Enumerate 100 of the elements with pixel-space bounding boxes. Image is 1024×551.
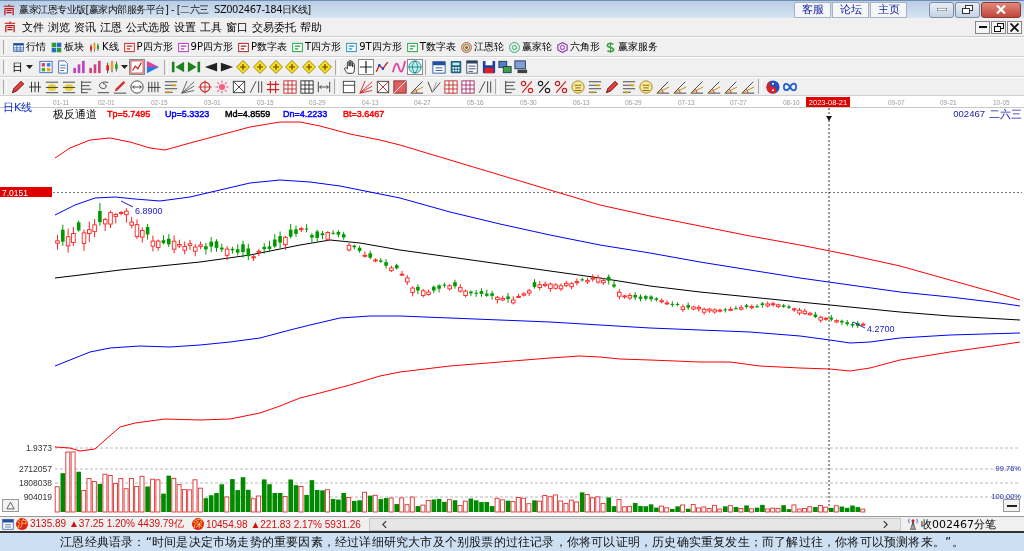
menu-item[interactable]: 资讯 — [72, 19, 98, 35]
angle-icon[interactable] — [409, 79, 424, 94]
minimize-button[interactable] — [975, 20, 990, 34]
candlestick-icon[interactable] — [104, 60, 119, 74]
ellipse-lines-icon[interactable] — [44, 79, 59, 94]
diamond-icon[interactable] — [285, 60, 300, 74]
period-dropdown[interactable]: 日 — [9, 59, 36, 75]
grid-icon[interactable] — [460, 79, 475, 94]
angle-icon[interactable] — [672, 79, 687, 94]
caret-icon[interactable] — [120, 65, 128, 69]
diamond-icon[interactable] — [301, 60, 316, 74]
grid-icon[interactable] — [443, 79, 458, 94]
calculator-icon[interactable] — [448, 60, 463, 74]
circle-arrows-icon[interactable] — [129, 79, 144, 94]
ellipse-lines-icon[interactable] — [61, 79, 76, 94]
toolbar-button[interactable]: T数字表 — [405, 38, 457, 56]
wave-icon[interactable] — [391, 60, 406, 74]
flag-icon[interactable] — [146, 60, 161, 74]
pen-icon[interactable] — [10, 79, 25, 94]
save-icon[interactable] — [481, 60, 496, 74]
angle-icon[interactable] — [723, 79, 738, 94]
link-button[interactable]: 主页 — [870, 1, 907, 18]
span-arrows-icon[interactable] — [316, 79, 331, 94]
panel-toggle-button[interactable] — [2, 499, 19, 512]
ladder-icon[interactable] — [502, 79, 517, 94]
link-button[interactable]: 论坛 — [832, 1, 869, 18]
toolbar-button[interactable]: P数字表 — [237, 38, 289, 56]
skip-end-icon[interactable] — [187, 60, 202, 74]
grid-icon[interactable] — [282, 79, 297, 94]
menu-item[interactable]: 帮助 — [298, 19, 324, 35]
diamond-icon[interactable] — [252, 60, 267, 74]
right-arrow-icon[interactable] — [219, 60, 234, 74]
menu-item[interactable]: 文件 — [20, 19, 46, 35]
square-icon[interactable] — [341, 79, 356, 94]
toolbar-button[interactable]: 9P四方形 — [176, 38, 234, 56]
grid-icon[interactable] — [299, 79, 314, 94]
menu-item[interactable]: 江恩 — [98, 19, 124, 35]
menu-item[interactable]: 交易委托 — [250, 19, 298, 35]
document-icon[interactable] — [55, 60, 70, 74]
toolbar-button[interactable]: 行情 — [12, 38, 47, 56]
hash-icon[interactable] — [265, 79, 280, 94]
toolbar-button[interactable]: 六角形 — [555, 38, 601, 56]
network-icon[interactable] — [497, 60, 512, 74]
fan-lines-icon[interactable] — [358, 79, 373, 94]
toolbar-button[interactable]: 赢家轮 — [507, 38, 553, 56]
horizontal-lines-icon[interactable] — [587, 79, 602, 94]
left-chevron-icon[interactable] — [379, 519, 389, 529]
toolbar-button[interactable]: T四方形 — [291, 38, 343, 56]
slant-lines-icon[interactable] — [477, 79, 492, 94]
lined-circle-icon[interactable] — [638, 79, 653, 94]
percent-icon[interactable] — [536, 79, 551, 94]
toolbar-button[interactable]: K线 — [88, 38, 120, 56]
horizontal-lines-icon[interactable] — [621, 79, 636, 94]
toolbar-button[interactable]: P四方形 — [122, 38, 174, 56]
pen-icon[interactable] — [604, 79, 619, 94]
calendar-icon[interactable] — [432, 60, 447, 74]
vertical-lines-icon[interactable] — [146, 79, 161, 94]
toolbar-button[interactable]: 板块 — [50, 38, 85, 56]
diamond-icon[interactable] — [318, 60, 333, 74]
crosshair-icon[interactable] — [358, 60, 373, 74]
menu-item[interactable]: 设置 — [172, 19, 198, 35]
ladder-icon[interactable] — [78, 79, 93, 94]
angle-icon[interactable] — [655, 79, 670, 94]
angle-icon[interactable] — [689, 79, 704, 94]
close-button[interactable] — [981, 1, 1021, 18]
crosshair-circle-icon[interactable] — [197, 79, 212, 94]
lined-circle-icon[interactable] — [570, 79, 585, 94]
angle-icon[interactable] — [740, 79, 755, 94]
right-chevron-icon[interactable] — [880, 519, 890, 529]
zigzag-icon[interactable] — [375, 60, 390, 74]
menu-item[interactable]: 窗口 — [224, 19, 250, 35]
diamond-icon[interactable] — [269, 60, 284, 74]
angle-icon[interactable] — [706, 79, 721, 94]
close-button[interactable] — [1007, 20, 1022, 34]
form-icon[interactable] — [465, 60, 480, 74]
menu-item[interactable]: 公式选股 — [124, 19, 172, 35]
menu-item[interactable]: 工具 — [198, 19, 224, 35]
scroll-bar[interactable] — [368, 517, 901, 531]
horizontal-lines-icon[interactable] — [163, 79, 178, 94]
calendar-icon[interactable] — [2, 518, 14, 530]
loop-icon[interactable] — [95, 79, 110, 94]
yin-yang-icon[interactable] — [765, 79, 780, 94]
crossed-box-icon[interactable] — [231, 79, 246, 94]
bar-chart-icon[interactable] — [71, 60, 86, 74]
monitor-icon[interactable] — [514, 60, 529, 74]
menu-item[interactable]: 浏览 — [46, 19, 72, 35]
hand-icon[interactable] — [342, 60, 357, 74]
left-arrow-icon[interactable] — [203, 60, 218, 74]
toolbar-button[interactable]: 赢家服务 — [603, 38, 659, 56]
restore-button[interactable] — [991, 20, 1006, 34]
fan-lines-icon[interactable] — [180, 79, 195, 94]
hash-lines-icon[interactable] — [27, 79, 42, 94]
line-chart-icon[interactable] — [130, 60, 145, 74]
restore-button[interactable] — [955, 1, 980, 18]
globe-icon[interactable] — [408, 60, 423, 74]
color-grid-icon[interactable] — [39, 60, 54, 74]
toolbar-button[interactable]: 江恩轮 — [459, 38, 505, 56]
link-button[interactable]: 客服 — [794, 1, 831, 18]
diagonal-box-icon[interactable] — [392, 79, 407, 94]
panel-toggle-button[interactable] — [1003, 499, 1020, 512]
